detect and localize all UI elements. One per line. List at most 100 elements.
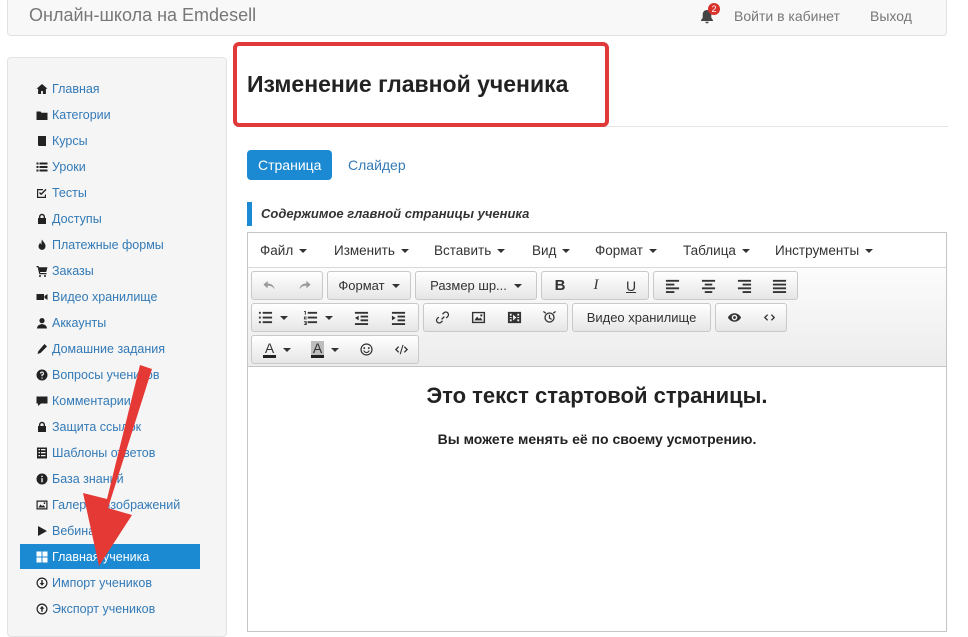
- sidebar-item[interactable]: Уроки: [20, 154, 200, 179]
- sidebar-item-label: Комментарии: [52, 393, 131, 408]
- sidebar-item-label: Категории: [52, 107, 111, 122]
- info-icon: [35, 472, 48, 485]
- sidebar-item[interactable]: Категории: [20, 102, 200, 127]
- format-dropdown-label: Формат: [338, 278, 385, 293]
- brand-title[interactable]: Онлайн-школа на Emdesell: [29, 5, 256, 26]
- align-justify-icon[interactable]: [762, 272, 797, 299]
- grid-icon: [35, 550, 48, 563]
- notification-badge: 2: [708, 3, 720, 15]
- sidebar-item-label: Защита ссылок: [52, 419, 142, 434]
- menu-insert[interactable]: Вставить: [434, 233, 506, 268]
- sidebar-item[interactable]: Аккаунты: [20, 310, 200, 335]
- folder-icon: [35, 108, 48, 121]
- undo-icon[interactable]: [252, 272, 288, 299]
- align-right-icon[interactable]: [726, 272, 762, 299]
- text-color-icon[interactable]: A: [252, 336, 302, 363]
- sidebar-item-label: Заказы: [52, 263, 94, 278]
- lock-icon: [35, 420, 48, 433]
- editor-content[interactable]: Это текст стартовой страницы. Вы можете …: [248, 367, 946, 633]
- sidebar-item-label: Вебинары: [52, 523, 112, 538]
- sidebar-item[interactable]: Видео хранилище: [20, 284, 200, 309]
- menu-format[interactable]: Формат: [595, 233, 657, 268]
- italic-icon[interactable]: I: [578, 272, 614, 299]
- preview-eye-icon[interactable]: [716, 304, 752, 331]
- menu-edit[interactable]: Изменить: [334, 233, 409, 268]
- question-icon: [35, 368, 48, 381]
- content-paragraph[interactable]: Вы можете менять её по своему усмотрению…: [248, 431, 946, 447]
- sidebar-item[interactable]: Защита ссылок: [20, 414, 200, 439]
- sidebar-item-label: Доступы: [52, 211, 102, 226]
- numbered-list-icon[interactable]: [294, 304, 342, 331]
- sidebar-item[interactable]: Главная: [20, 76, 200, 101]
- sidebar-item[interactable]: Платежные формы: [20, 232, 200, 257]
- underline-icon[interactable]: U: [614, 272, 648, 299]
- sidebar-item-label: Шаблоны ответов: [52, 445, 156, 460]
- bullet-list-icon[interactable]: [252, 304, 294, 331]
- sidebar-item[interactable]: Импорт учеников: [20, 570, 200, 595]
- format-dropdown[interactable]: Формат: [327, 271, 411, 300]
- sidebar-item[interactable]: Тесты: [20, 180, 200, 205]
- export-icon: [35, 602, 48, 615]
- background-color-icon[interactable]: A: [302, 336, 348, 363]
- link-icon[interactable]: [424, 304, 460, 331]
- sidebar-item[interactable]: Комментарии: [20, 388, 200, 413]
- menu-file[interactable]: Файл: [260, 233, 308, 268]
- sidebar-item[interactable]: Курсы: [20, 128, 200, 153]
- align-center-icon[interactable]: [690, 272, 726, 299]
- import-icon: [35, 576, 48, 589]
- sidebar-item[interactable]: Галерея изображений: [20, 492, 200, 517]
- sidebar-item-label: Главная: [52, 81, 100, 96]
- fire-icon: [35, 238, 48, 251]
- code-sample-icon[interactable]: [384, 336, 418, 363]
- align-group: [653, 271, 798, 300]
- sidebar-item-label: Галерея изображений: [52, 497, 181, 512]
- list-indent-group: [251, 303, 419, 332]
- sidebar-item[interactable]: Домашние задания: [20, 336, 200, 361]
- comment-icon: [35, 394, 48, 407]
- video-camera-icon: [35, 290, 48, 303]
- sidebar-item[interactable]: Вопросы учеников: [20, 362, 200, 387]
- indent-icon[interactable]: [380, 304, 416, 331]
- logout-link[interactable]: Выход: [870, 8, 912, 24]
- tab-page[interactable]: Страница: [247, 150, 333, 180]
- sidebar-item[interactable]: Главная ученика: [20, 544, 200, 569]
- media-icon[interactable]: [496, 304, 532, 331]
- text-style-group: B I U: [541, 271, 649, 300]
- top-navbar: Онлайн-школа на Emdesell 2 Войти в кабин…: [7, 0, 947, 36]
- clock-icon[interactable]: [532, 304, 567, 331]
- video-storage-button[interactable]: Видео хранилище: [572, 303, 711, 332]
- redo-icon[interactable]: [288, 272, 323, 299]
- font-size-dropdown[interactable]: Размер шр...: [415, 271, 537, 300]
- font-size-dropdown-label: Размер шр...: [430, 278, 507, 293]
- outdent-icon[interactable]: [342, 304, 380, 331]
- home-icon: [35, 82, 48, 95]
- tab-slider[interactable]: Слайдер: [337, 150, 417, 180]
- emoticon-icon[interactable]: [348, 336, 384, 363]
- source-code-icon[interactable]: [752, 304, 786, 331]
- sidebar-item[interactable]: Доступы: [20, 206, 200, 231]
- sidebar-item-label: Импорт учеников: [52, 575, 152, 590]
- align-left-icon[interactable]: [654, 272, 690, 299]
- menu-tools[interactable]: Инструменты: [775, 233, 874, 268]
- image-icon[interactable]: [460, 304, 496, 331]
- insert-media-group: [423, 303, 568, 332]
- sidebar-item[interactable]: Вебинары: [20, 518, 200, 543]
- sidebar-item[interactable]: Шаблоны ответов: [20, 440, 200, 465]
- sidebar-item[interactable]: База знаний: [20, 466, 200, 491]
- lock-icon: [35, 212, 48, 225]
- sidebar-item[interactable]: Экспорт учеников: [20, 596, 200, 621]
- content-heading[interactable]: Это текст стартовой страницы.: [248, 383, 946, 409]
- play-icon: [35, 524, 48, 537]
- menu-table[interactable]: Таблица: [683, 233, 750, 268]
- sidebar-item-label: Аккаунты: [52, 315, 107, 330]
- bold-icon[interactable]: B: [542, 272, 578, 299]
- rich-text-editor: Файл Изменить Вставить Вид Формат Таблиц…: [247, 232, 947, 632]
- sidebar-item[interactable]: Заказы: [20, 258, 200, 283]
- login-link[interactable]: Войти в кабинет: [734, 8, 840, 24]
- editor-toolbar: Формат Размер шр... B I U Видео хранилищ…: [248, 268, 946, 367]
- menu-view[interactable]: Вид: [532, 233, 571, 268]
- editor-menubar: Файл Изменить Вставить Вид Формат Таблиц…: [248, 233, 946, 268]
- section-label: Содержимое главной страницы ученика: [247, 202, 529, 226]
- template-list-icon: [35, 446, 48, 459]
- history-group: [251, 271, 323, 300]
